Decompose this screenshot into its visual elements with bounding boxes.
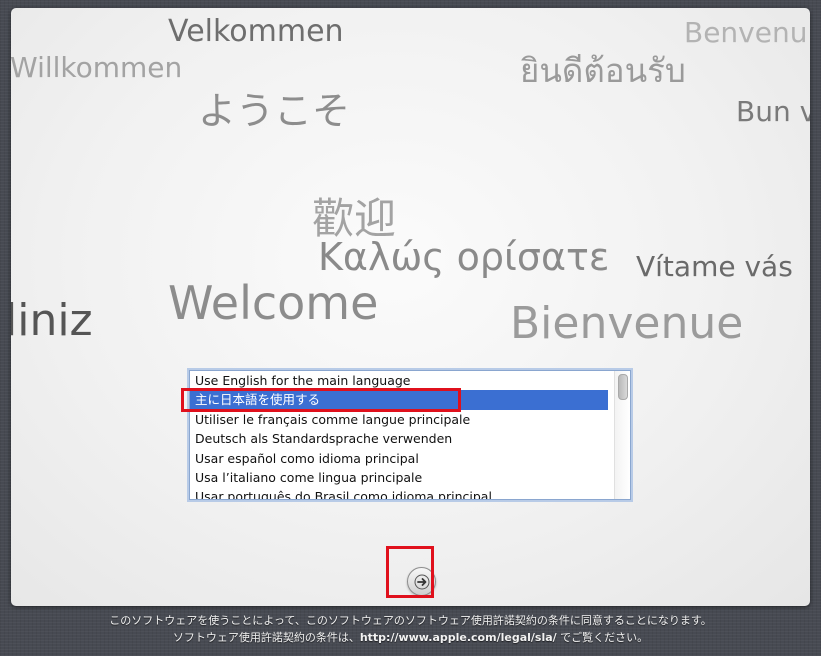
license-notice-line2: ソフトウェア使用許諾契約の条件は、http://www.apple.com/le… — [0, 630, 821, 646]
greeting-greek: Καλώς ορίσατε — [318, 235, 610, 279]
greeting-thai: ยินดีต้อนรับ — [520, 51, 686, 90]
greeting-romanian: Bun v — [736, 95, 810, 128]
arrow-right-icon — [414, 574, 430, 590]
greeting-slovak: Vítame vás — [636, 250, 793, 283]
language-option[interactable]: Deutsch als Standardsprache verwenden — [190, 429, 608, 448]
scrollbar-thumb[interactable] — [618, 374, 628, 400]
language-option[interactable]: Use English for the main language — [190, 371, 608, 390]
license-notice-line1: このソフトウェアを使うことによって、このソフトウェアのソフトウェア使用許諾契約の… — [109, 614, 712, 627]
language-option[interactable]: Usar português do Brasil como idioma pri… — [190, 487, 608, 499]
greeting-danish: Velkommen — [168, 14, 344, 49]
greeting-french: Bienvenue — [510, 298, 744, 349]
language-list-items: Use English for the main language 主に日本語を使… — [190, 371, 630, 499]
greeting-japanese: ようこそ — [198, 89, 351, 133]
language-option[interactable]: Utiliser le français comme langue princi… — [190, 410, 608, 429]
license-url-link[interactable]: http://www.apple.com/legal/sla/ — [360, 631, 557, 644]
greeting-chinese: 歡迎 — [312, 194, 397, 243]
continue-button[interactable] — [407, 567, 436, 596]
greeting-english: Welcome — [168, 276, 379, 330]
greeting-italian: Benvenu — [684, 16, 808, 49]
language-option[interactable]: 主に日本語を使用する — [190, 390, 608, 410]
license-prefix: ソフトウェア使用許諾契約の条件は、 — [172, 631, 360, 644]
welcome-panel: Velkommen Willkommen Benvenu ยินดีต้อนรั… — [11, 8, 810, 606]
language-list[interactable]: Use English for the main language 主に日本語を使… — [189, 370, 631, 500]
language-option[interactable]: Usar español como idioma principal — [190, 449, 608, 468]
greeting-german: Willkommen — [11, 51, 183, 84]
language-list-scrollbar[interactable] — [614, 371, 630, 499]
license-suffix: でご覧ください。 — [556, 631, 649, 644]
greeting-turkish: liniz — [11, 295, 93, 346]
language-option[interactable]: Usa l’italiano come lingua principale — [190, 468, 608, 487]
